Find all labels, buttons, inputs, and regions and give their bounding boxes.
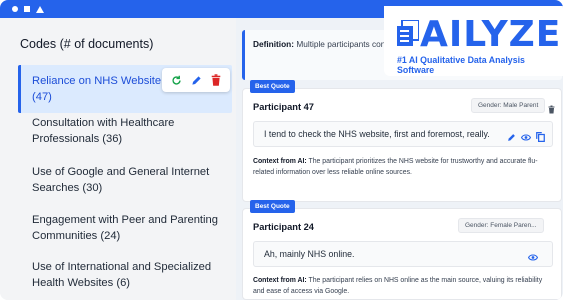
code-item-healthcare[interactable]: Consultation with Healthcare Professiona… [18, 115, 232, 147]
eye-icon[interactable] [527, 249, 539, 267]
logo-icon [397, 19, 420, 51]
app-window: Codes (# of documents) Reliance on NHS W… [0, 0, 563, 300]
logo-wordmark: AILYZE [420, 14, 562, 55]
code-item-label: Use of Google and General Internet Searc… [32, 166, 210, 194]
refresh-icon[interactable] [171, 75, 182, 86]
edit-icon[interactable] [191, 75, 202, 86]
edit-icon[interactable] [507, 129, 516, 147]
code-item-peer[interactable]: Engagement with Peer and Parenting Commu… [18, 212, 232, 244]
ailyze-logo: AILYZE #1 AI Qualitative Data Analysis S… [384, 6, 563, 76]
definition-label: Definition: [253, 39, 295, 49]
participant-name: Participant 47 [253, 102, 314, 112]
quote-text: Ah, mainly NHS online. [253, 241, 553, 267]
ai-context: Context from AI: The participant priorit… [253, 156, 553, 178]
trash-icon[interactable] [548, 101, 555, 119]
context-label: Context from AI: [253, 277, 307, 284]
best-quote-badge: Best Quote [250, 80, 295, 93]
sidebar-title: Codes (# of documents) [20, 37, 154, 51]
quote-actions [527, 249, 539, 267]
triangle-icon [36, 5, 44, 13]
copy-icon[interactable] [536, 129, 545, 147]
context-label: Context from AI: [253, 158, 307, 165]
trash-icon[interactable] [211, 74, 221, 86]
participant-name: Participant 24 [253, 222, 314, 232]
logo-tagline: #1 AI Qualitative Data Analysis Software [397, 55, 525, 75]
square-icon [24, 6, 30, 12]
gender-tag: Gender: Female Paren... [458, 218, 544, 233]
best-quote-badge: Best Quote [250, 200, 295, 213]
code-item-google[interactable]: Use of Google and General Internet Searc… [18, 164, 232, 196]
quote-card: Participant 24 Gender: Female Paren... A… [242, 208, 562, 300]
circle-icon [12, 6, 18, 12]
code-item-label: Consultation with Healthcare Professiona… [32, 117, 175, 145]
code-actions [162, 68, 230, 92]
gender-tag: Gender: Male Parent [471, 98, 546, 113]
quote-card: Participant 47 Gender: Male Parent I ten… [242, 88, 562, 202]
code-item-label: Use of International and Specialized Hea… [32, 261, 212, 289]
eye-icon[interactable] [520, 129, 532, 147]
ai-context: Context from AI: The participant relies … [253, 275, 553, 297]
code-item-international[interactable]: Use of International and Specialized Hea… [18, 259, 232, 291]
quote-actions [507, 129, 545, 147]
code-item-label: Engagement with Peer and Parenting Commu… [32, 214, 218, 242]
codes-sidebar: Codes (# of documents) Reliance on NHS W… [0, 18, 236, 300]
